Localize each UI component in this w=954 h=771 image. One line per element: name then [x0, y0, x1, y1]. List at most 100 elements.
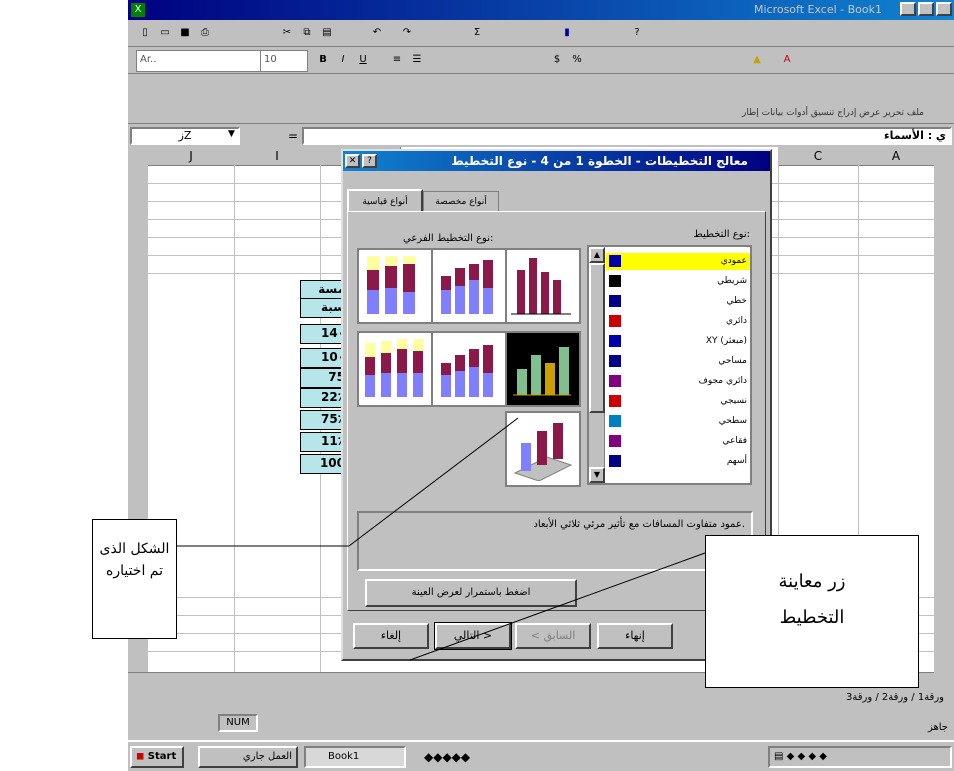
standard-toolbar: ▯ ▭ ■ ⎙ ✂ ⧉ ▤ ↶ ↷ Σ ▮ ? [128, 20, 954, 47]
system-tray: ▤ ◆ ◆ ◆ ◆ [768, 746, 952, 768]
column-header-i[interactable]: I [234, 147, 321, 166]
open-icon[interactable]: ▭ [156, 24, 174, 42]
sum-icon[interactable]: Σ [468, 24, 486, 42]
excel-app-icon: X [131, 3, 145, 17]
ready-status: جاهز [927, 722, 948, 733]
chart-type-item[interactable]: دائري مجوف [619, 373, 748, 390]
window-title: Microsoft Excel - Book1 [753, 3, 882, 16]
print-icon[interactable]: ⎙ [196, 24, 214, 42]
subtype-100-stacked-column[interactable] [357, 248, 433, 324]
percent-icon[interactable]: % [568, 51, 586, 69]
chart-type-icon [609, 335, 621, 347]
dialog-close-button[interactable]: ✕ [345, 154, 360, 168]
chart-type-item[interactable]: سطحي [619, 413, 747, 430]
taskbar-item-book1[interactable]: Book1 [304, 746, 406, 768]
underline-icon[interactable]: U [354, 51, 372, 69]
chart-type-icon [609, 255, 621, 267]
cancel-button[interactable]: إلغاء [353, 623, 429, 649]
select-all[interactable] [128, 147, 149, 166]
clustered-column-icon [511, 258, 571, 315]
chart-type-icon [609, 435, 621, 447]
chart-type-icon [609, 355, 621, 367]
press-and-hold-preview-button[interactable]: اضغط باستمرار لعرض العينة [365, 579, 577, 607]
num-indicator: NUM [218, 714, 258, 732]
title-bar: X Microsoft Excel - Book1 _ ❐ ✕ [128, 0, 954, 20]
chart-type-icon [609, 315, 621, 327]
font-color-icon[interactable]: A [778, 51, 796, 69]
callout-preview-button-text: زر معاينة التخطيط [778, 571, 846, 628]
row-header-strip[interactable] [934, 147, 944, 690]
callout-selected-shape: الشكل الذى تم اختياره [92, 519, 177, 639]
chart-type-item[interactable]: نسيجي [619, 393, 747, 410]
center-icon[interactable]: ☰ [408, 51, 426, 69]
redo-icon[interactable]: ↷ [398, 24, 416, 42]
quick-launch-icons[interactable]: ◆◆◆◆◆ [424, 750, 470, 764]
tab-custom-types[interactable]: أنواع مخصصة [423, 191, 499, 211]
close-button[interactable]: ✕ [936, 2, 952, 16]
restore-button[interactable]: ❐ [918, 2, 934, 16]
subtype-3d-clustered-column[interactable] [505, 331, 581, 407]
start-label: Start [147, 751, 177, 762]
column-header-c[interactable]: C [778, 147, 859, 166]
scroll-down-button[interactable]: ▼ [589, 467, 605, 483]
chart-type-icon [609, 395, 621, 407]
chart-wizard-icon[interactable]: ▮ [558, 24, 576, 42]
chart-type-item[interactable]: دائري [619, 313, 747, 330]
subtype-3d-column[interactable] [505, 411, 581, 487]
name-box-dropdown-icon[interactable]: ▼ [228, 129, 235, 139]
chart-type-item[interactable]: أسهم [619, 453, 747, 470]
chart-type-icon [609, 375, 621, 387]
name-box[interactable]: ز‌Z [130, 127, 240, 145]
align-icon[interactable]: ≡ [388, 51, 406, 69]
chart-type-item[interactable]: شريطي [619, 273, 747, 290]
tab-standard-types[interactable]: أنواع قياسية [347, 189, 423, 211]
subtype-3d-stacked-column[interactable] [431, 331, 507, 407]
subtype-clustered-column[interactable] [505, 248, 581, 324]
minimize-button[interactable]: _ [900, 2, 916, 16]
list-scrollbar[interactable]: ▲ ▼ [589, 247, 605, 483]
help-icon[interactable]: ? [628, 24, 646, 42]
start-button[interactable]: ◼ Start [130, 746, 184, 768]
next-button[interactable]: التالي > [434, 622, 512, 650]
undo-icon[interactable]: ↶ [368, 24, 386, 42]
chart-type-item[interactable]: عمودي [619, 253, 747, 270]
dialog-help-button[interactable]: ? [362, 154, 377, 168]
chart-type-list[interactable]: ▲ ▼ عمودي شريطي خطي دائري XY (مبعثر) مساحي دائ… [587, 245, 752, 485]
save-icon[interactable]: ■ [176, 24, 194, 42]
paste-icon[interactable]: ▤ [318, 24, 336, 42]
chart-type-item[interactable]: مساحي [619, 353, 747, 370]
chart-description: عمود متفاوت المسافات مع تأثير مرئي ثلاثي… [357, 511, 753, 571]
taskbar-item-2[interactable]: العمل جاري [198, 746, 298, 768]
column-header-a[interactable]: A [858, 147, 935, 166]
copy-icon[interactable]: ⧉ [298, 24, 316, 42]
chart-type-item[interactable]: XY (مبعثر) [619, 333, 747, 350]
chart-type-item[interactable]: فقاعي [619, 433, 747, 450]
formula-input[interactable]: ي : الأسماء [302, 127, 952, 145]
finish-button[interactable]: إنهاء [597, 623, 673, 649]
windows-logo-icon: ◼ [136, 751, 145, 762]
bold-icon[interactable]: B [314, 51, 332, 69]
stacked-column-icon [441, 260, 493, 314]
scroll-thumb[interactable] [589, 263, 605, 413]
fill-color-icon[interactable]: ▲ [748, 51, 766, 69]
chart-type-item[interactable]: خطي [619, 293, 747, 310]
menu-items[interactable]: ملف تحرير عرض إدراج تنسيق أدوات بيانات إ… [742, 108, 924, 118]
new-icon[interactable]: ▯ [136, 24, 154, 42]
back-button[interactable]: < السابق [515, 623, 591, 649]
callout-selected-shape-text: الشكل الذى تم اختياره [99, 541, 170, 579]
dialog-title: معالج التخطيطات - الخطوة 1 من 4 - نوع ال… [343, 151, 770, 171]
status-bar: NUM جاهز [128, 708, 954, 738]
sheet-tabs[interactable]: ورقة1 / ورقة2 / ورقة3 [846, 692, 944, 703]
scroll-up-button[interactable]: ▲ [589, 247, 605, 263]
chart-subtype-label: نوع التخطيط الفرعي: [403, 233, 494, 244]
subtype-3d-100-stacked-column[interactable] [357, 331, 433, 407]
italic-icon[interactable]: I [334, 51, 352, 69]
font-size-combo[interactable]: 10 [260, 50, 308, 72]
3d-perspective-column-icon [513, 423, 573, 482]
column-header-j[interactable]: J [148, 147, 235, 166]
subtype-stacked-column[interactable] [431, 248, 507, 324]
currency-icon[interactable]: $ [548, 51, 566, 69]
font-combo[interactable]: Ar.. [136, 50, 262, 72]
3d-percent-stacked-column-icon [365, 339, 423, 397]
cut-icon[interactable]: ✂ [278, 24, 296, 42]
